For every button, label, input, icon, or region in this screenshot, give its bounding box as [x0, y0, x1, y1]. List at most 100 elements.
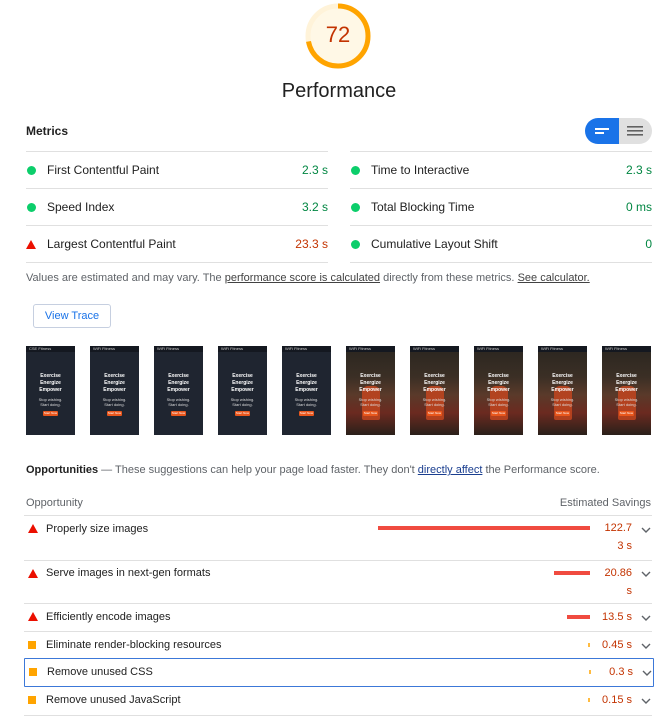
- frame-headline: Exercise: [360, 373, 381, 379]
- opportunity-remove-unused-javascript[interactable]: Remove unused JavaScript 0.15 s: [24, 686, 652, 714]
- pass-icon: [351, 239, 360, 249]
- filmstrip-frame: WiFi Fitness Exercise Energize Empower Stop …: [602, 346, 651, 435]
- savings-value: 0.3 s: [609, 663, 633, 681]
- frame-navbar: WiFi Fitness: [474, 346, 523, 352]
- metric-value: 3.2 s: [301, 200, 328, 214]
- frame-subtext: Start doing.: [168, 402, 189, 407]
- frame-subtext: Start doing.: [552, 402, 573, 407]
- disclaimer-text: directly from these metrics.: [380, 272, 518, 284]
- frame-headline: Empower: [167, 387, 190, 393]
- opportunity-serve-next-gen-formats[interactable]: Serve images in next-gen formats 20.86 s: [24, 561, 652, 603]
- compact-view-button[interactable]: [585, 118, 619, 144]
- frame-headline: Exercise: [40, 373, 61, 379]
- frame-subtext: Start doing.: [232, 402, 253, 407]
- chevron-down-icon[interactable]: [640, 524, 652, 536]
- filmstrip-frame: WiFi Fitness Exercise Energize Empower Stop …: [474, 346, 523, 435]
- frame-headline: Empower: [487, 387, 510, 393]
- pass-icon: [27, 202, 36, 212]
- frame-cta-label: Start Now: [299, 411, 314, 415]
- frame-cta: Start Now: [491, 411, 506, 416]
- performance-score: 72: [325, 22, 351, 47]
- frame-cta-label: Start Now: [555, 411, 570, 415]
- savings-value: 20.86 s: [604, 564, 632, 600]
- opportunity-efficiently-encode-images[interactable]: Efficiently encode images 13.5 s: [24, 604, 652, 631]
- frame-navbar: WiFi Fitness: [154, 346, 203, 352]
- frame-cta-label: Start Now: [235, 411, 250, 415]
- see-calculator-link[interactable]: See calculator.: [518, 272, 590, 284]
- chevron-down-icon[interactable]: [640, 640, 652, 652]
- savings-value: 0.15 s: [602, 691, 632, 709]
- savings-line: s: [626, 585, 633, 597]
- frame-brand: WiFi Fitness: [157, 346, 179, 351]
- opportunity-properly-size-images[interactable]: Properly size images 122.7 3 s: [24, 516, 652, 560]
- savings-line: 0.45 s: [602, 639, 632, 651]
- average-icon: [28, 696, 36, 704]
- chevron-down-icon[interactable]: [640, 568, 652, 580]
- compact-view-icon: [594, 128, 609, 134]
- chevron-down-icon[interactable]: [640, 612, 652, 624]
- frame-brand: WiFi Fitness: [413, 346, 435, 351]
- fail-icon: [28, 524, 38, 533]
- frame-cta-label: Start Now: [427, 411, 442, 415]
- frame-cta: Start Now: [235, 411, 250, 416]
- opportunities-description: — These suggestions can help your page l…: [98, 464, 418, 476]
- frame-brand: WiFi Fitness: [221, 346, 243, 351]
- frame-brand: WiFi Fitness: [93, 346, 115, 351]
- frame-navbar: WiFi Fitness: [282, 346, 331, 352]
- frame-headline: Exercise: [104, 373, 125, 379]
- savings-bar: [554, 571, 590, 575]
- frame-brand: WiFi Fitness: [605, 346, 627, 351]
- frame-cta-label: Start Now: [171, 411, 186, 415]
- metric-value: 0 ms: [625, 200, 652, 214]
- frame-subtext: Start doing.: [360, 402, 381, 407]
- opportunities-heading: Opportunities — These suggestions can he…: [26, 464, 600, 476]
- view-trace-button[interactable]: View Trace: [33, 304, 111, 328]
- opportunities-title: Opportunities: [26, 464, 99, 476]
- score-calculated-link[interactable]: performance score is calculated: [225, 272, 380, 284]
- frame-headline: Exercise: [616, 373, 637, 379]
- savings-value: 13.5 s: [602, 608, 632, 626]
- metric-value: 2.3 s: [301, 163, 328, 177]
- chevron-down-icon[interactable]: [641, 667, 653, 679]
- savings-line: 122.7: [604, 522, 632, 534]
- performance-title: Performance: [281, 80, 397, 102]
- opportunity-title: Remove unused JavaScript: [46, 694, 181, 706]
- savings-bar: [588, 643, 590, 647]
- frame-cta: Start Now: [299, 411, 314, 416]
- directly-affect-link[interactable]: directly affect: [418, 464, 483, 476]
- frame-cta-label: Start Now: [491, 411, 506, 415]
- metric-cumulative-layout-shift: Cumulative Layout Shift 0: [350, 226, 652, 262]
- frame-subtext: Start doing.: [40, 402, 61, 407]
- frame-navbar: WiFi Fitness: [538, 346, 587, 352]
- average-icon: [28, 641, 36, 649]
- frame-cta: Start Now: [619, 411, 634, 416]
- metrics-disclaimer: Values are estimated and may vary. The p…: [26, 272, 590, 284]
- savings-bar: [589, 670, 591, 674]
- metrics-view-toggle[interactable]: [585, 118, 652, 144]
- frame-cta-label: Start Now: [363, 411, 378, 415]
- filmstrip-frame: WiFi Fitness Exercise Energize Empower Stop …: [282, 346, 331, 435]
- frame-cta-label: Start Now: [107, 411, 122, 415]
- fail-icon: [28, 569, 38, 578]
- savings-bar: [567, 615, 590, 619]
- frame-brand: WiFi Fitness: [349, 346, 371, 351]
- savings-value: 122.7 3 s: [604, 519, 632, 555]
- frame-headline: Energize: [232, 380, 253, 386]
- expanded-view-button[interactable]: [618, 118, 652, 144]
- chevron-down-icon[interactable]: [640, 695, 652, 707]
- opportunity-remove-unused-css[interactable]: Remove unused CSS 0.3 s: [24, 658, 654, 687]
- savings-line: 13.5 s: [602, 611, 632, 623]
- frame-headline: Energize: [424, 380, 445, 386]
- frame-headline: Empower: [551, 387, 574, 393]
- disclaimer-text: Values are estimated and may vary. The: [26, 272, 225, 284]
- metric-largest-contentful-paint: Largest Contentful Paint 23.3 s: [26, 226, 328, 262]
- frame-navbar: WiFi Fitness: [602, 346, 651, 352]
- frame-brand: WiFi Fitness: [285, 346, 307, 351]
- frame-headline: Energize: [40, 380, 61, 386]
- frame-cta-label: Start Now: [43, 411, 58, 415]
- frame-headline: Empower: [103, 387, 126, 393]
- frame-navbar: CSE Fitness: [26, 346, 75, 352]
- metric-value: 0: [645, 237, 652, 251]
- opportunity-title: Serve images in next-gen formats: [46, 567, 211, 579]
- opportunity-eliminate-render-blocking[interactable]: Eliminate render-blocking resources 0.45…: [24, 632, 652, 658]
